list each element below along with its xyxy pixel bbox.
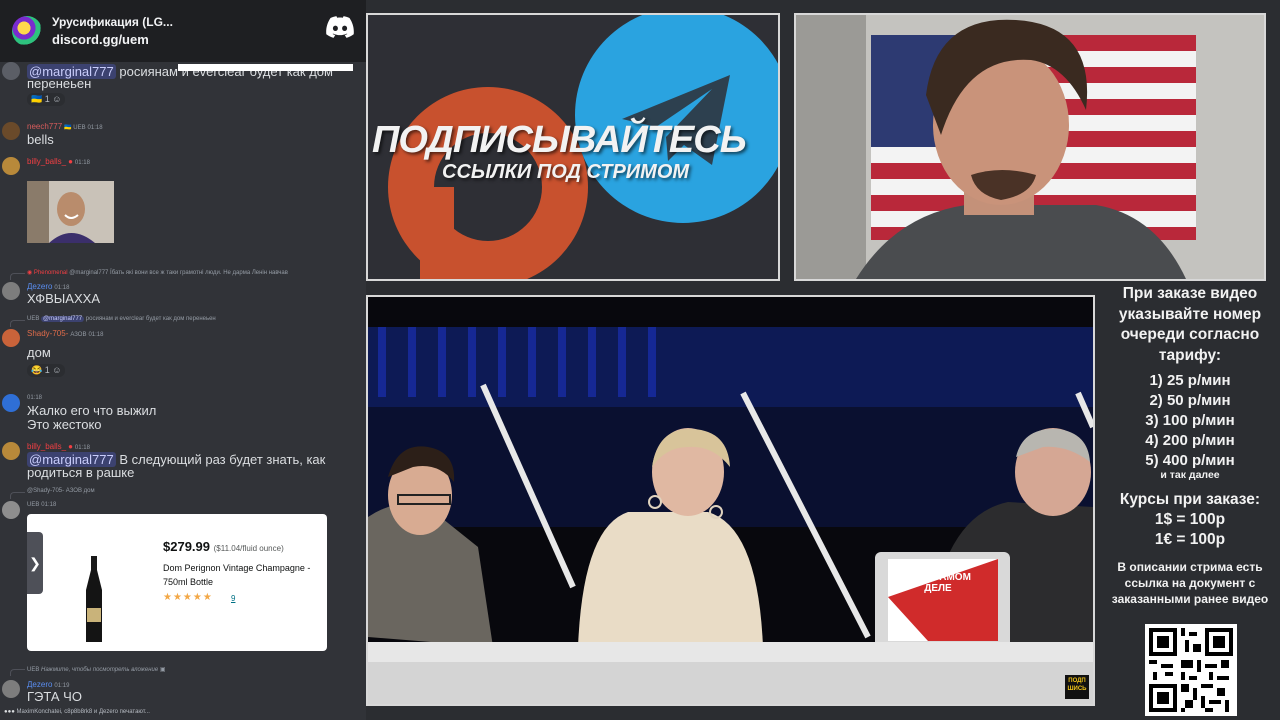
promo-subheadline: ССЫЛКИ ПОД СТРИМОМ	[442, 161, 690, 183]
role-badge: 🇺🇦 UEB	[64, 125, 86, 131]
avatar[interactable]	[2, 122, 20, 140]
reply-preview[interactable]: UEB @marginal777 росиянам и everclear бу…	[27, 316, 216, 322]
message-header: 01:18	[27, 394, 42, 401]
timestamp: 01:18	[74, 160, 90, 166]
rating-count[interactable]: 9	[231, 594, 235, 603]
channel-logo: ПОДП ШИСЬ	[1067, 678, 1087, 692]
message-header: UEB 01:18	[27, 501, 56, 508]
tariff-item: 5) 400 р/мин	[1145, 452, 1235, 469]
timestamp: 01:18	[87, 125, 103, 131]
laptop-screen-text: А НА САМОМ ДЕЛЕ	[905, 572, 971, 594]
message-header: neech777 🇺🇦 UEB 01:18	[27, 122, 103, 131]
role-badge: UEB	[27, 502, 40, 508]
message-header: billy_balls_ ● 01:18	[27, 157, 90, 166]
author-name[interactable]: billy_balls_	[27, 442, 66, 451]
message-header: billy_balls_ ● 01:18	[27, 442, 90, 451]
carousel-arrow-icon[interactable]: ❯	[27, 532, 43, 594]
message-text: Жалко его что выжил	[27, 403, 157, 418]
order-instructions: При заказе видео указывайте номер очеред…	[1118, 285, 1262, 364]
rate-eur: 1€ = 100р	[1154, 531, 1226, 548]
message-text-line2: родиться в рашке	[27, 465, 135, 480]
author-name[interactable]: Shady-705-	[27, 329, 68, 338]
typing-indicator: ●●● MaximKonchatei, c8p8b8rk8 и Дezero п…	[4, 709, 150, 715]
tariff-etc: и так далее	[1160, 469, 1220, 481]
description-note: В описании стрима есть ссылка на докумен…	[1111, 560, 1269, 606]
avatar[interactable]	[2, 442, 20, 460]
exchange-rates: Курсы при заказе: 1$ = 100р 1€ = 100р	[1100, 490, 1280, 550]
message-text-line2: Это жестоко	[27, 417, 102, 432]
avatar[interactable]	[2, 680, 20, 698]
redaction-bar	[178, 64, 353, 71]
server-invite: discord.gg/uem	[52, 32, 149, 47]
status-icon: ●	[68, 442, 73, 451]
role-badge: АЗОВ	[70, 332, 87, 338]
qr-code[interactable]	[1145, 624, 1237, 716]
promo-headline: ПОДПИСЫВАЙТЕСЬ	[372, 119, 747, 161]
discord-logo-icon	[326, 16, 354, 38]
champagne-bottle-image	[86, 556, 102, 642]
discord-chat-overlay: Урусификация (LG... discord.gg/uem @marg…	[0, 0, 366, 720]
rates-title: Курсы при заказе:	[1119, 491, 1261, 508]
message-header: Дezero 01:19	[27, 680, 69, 689]
reaction-badge[interactable]: 🇺🇦 1 ☺	[27, 93, 66, 106]
timestamp: 01:18	[74, 445, 90, 451]
message-text-line2: перенеьен	[27, 76, 92, 91]
message-text: ГЭТА ЧО	[27, 689, 82, 704]
tariff-item: 3) 100 р/мин	[1145, 412, 1235, 429]
tariff-item: 4) 200 р/мин	[1145, 432, 1235, 449]
attached-image[interactable]	[27, 181, 114, 243]
timestamp: 01:18	[41, 502, 57, 508]
reply-preview[interactable]: ◉ Phenomenal @marginal777 Їбать які вони…	[27, 269, 288, 276]
reaction-badge[interactable]: 😂 1 ☺	[27, 364, 66, 377]
message-header: Shady-705- АЗОВ 01:18	[27, 329, 103, 338]
link-embed[interactable]: $279.99 ($11.04/fluid ounce) Dom Perigno…	[27, 514, 327, 651]
reply-preview[interactable]: @Shady-705- АЗОВ дом	[27, 488, 95, 494]
subscribe-promo-panel: ПОДПИСЫВАЙТЕСЬ ССЫЛКИ ПОД СТРИМОМ	[366, 13, 780, 281]
message-header: Дezero 01:18	[27, 282, 69, 291]
server-banner[interactable]: Урусификация (LG... discord.gg/uem	[0, 0, 366, 62]
rating-stars: ★★★★★	[163, 592, 213, 603]
message-text: bells	[27, 132, 54, 147]
avatar[interactable]	[2, 282, 20, 300]
message-text: дом	[27, 345, 51, 360]
tariff-item: 2) 50 р/мин	[1149, 392, 1231, 409]
avatar[interactable]	[2, 157, 20, 175]
product-title[interactable]: Dom Perignon Vintage Champagne - 750ml B…	[163, 561, 323, 589]
author-name[interactable]: neech777	[27, 122, 62, 131]
author-name[interactable]: Дezero	[27, 680, 52, 689]
author-name[interactable]: billy_balls_	[27, 157, 66, 166]
server-info: Урусификация (LG... discord.gg/uem	[52, 14, 173, 48]
tv-show-frame	[368, 297, 1093, 704]
product-price: $279.99 ($11.04/fluid ounce)	[163, 539, 284, 554]
tariff-item: 1) 25 р/мин	[1149, 372, 1231, 389]
author-name[interactable]: Дezero	[27, 282, 52, 291]
status-icon: ●	[68, 157, 73, 166]
timestamp: 01:18	[27, 395, 43, 401]
tariff-list: 1) 25 р/мин 2) 50 р/мин 3) 100 р/мин 4) …	[1100, 371, 1280, 471]
avatar[interactable]	[2, 501, 20, 519]
webcam-feed	[796, 15, 1264, 279]
server-name: Урусификация (LG...	[52, 15, 173, 29]
avatar[interactable]	[2, 329, 20, 347]
avatar[interactable]	[2, 394, 20, 412]
streamer-webcam	[794, 13, 1266, 281]
main-video-player[interactable]: А НА САМОМ ДЕЛЕ ПОДП ШИСЬ	[366, 295, 1095, 706]
timestamp: 01:18	[88, 332, 104, 338]
avatar[interactable]	[2, 62, 20, 80]
message-text: ХФВЫАХХА	[27, 291, 100, 306]
rate-usd: 1$ = 100р	[1154, 511, 1226, 528]
reply-preview[interactable]: UEB Нажмите, чтобы посмотреть вложение ▣	[27, 666, 166, 673]
server-icon	[12, 16, 42, 46]
